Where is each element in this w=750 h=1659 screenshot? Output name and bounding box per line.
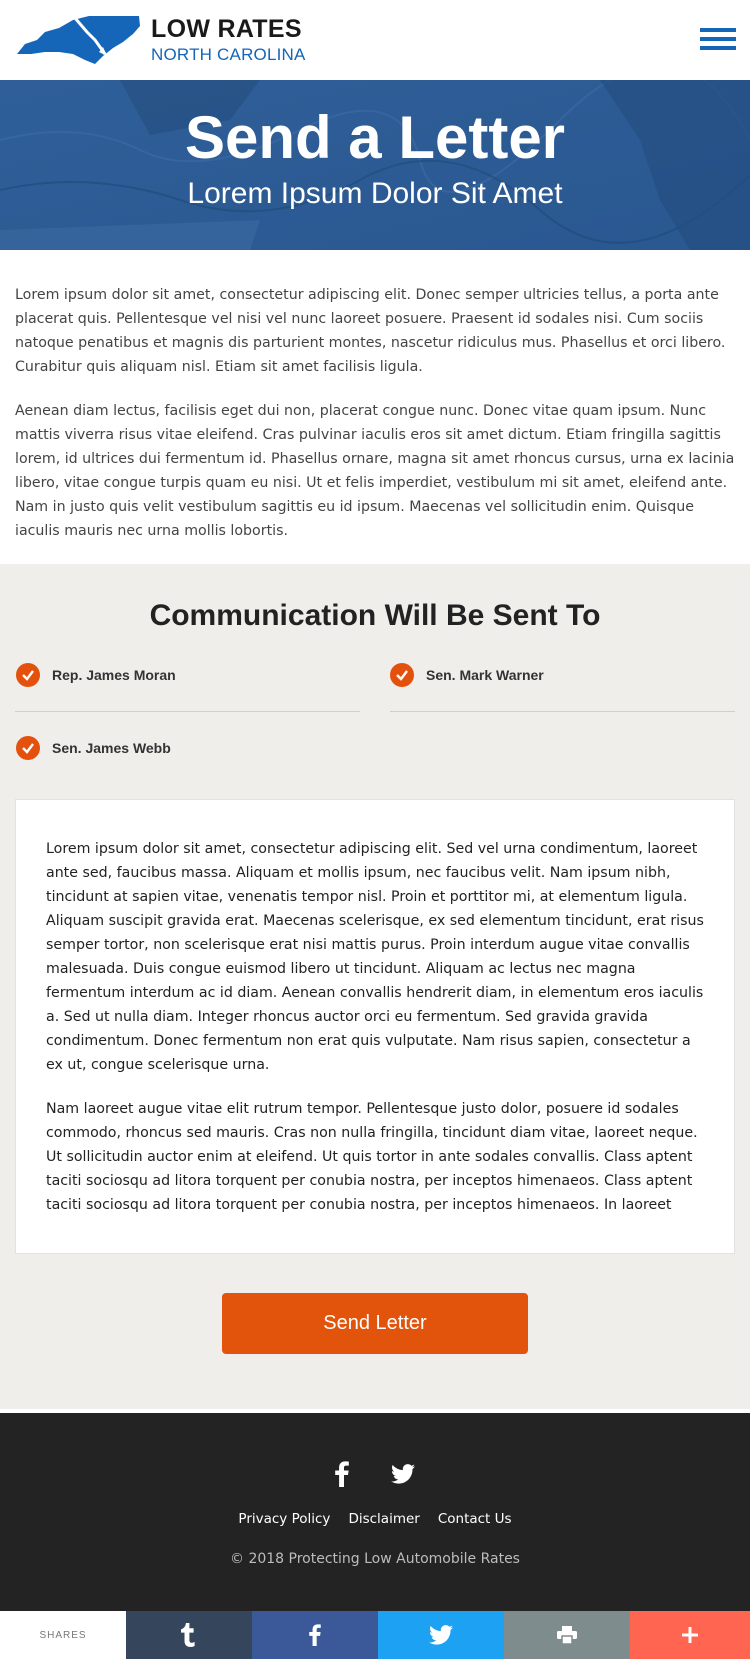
page-title: Send a Letter xyxy=(184,104,566,171)
recipients-section: Communication Will Be Sent To Rep. James… xyxy=(0,564,750,1409)
hero-banner: Send a Letter Lorem Ipsum Dolor Sit Amet xyxy=(0,80,750,250)
twitter-share-button[interactable] xyxy=(378,1611,504,1659)
letter-textarea[interactable]: Lorem ipsum dolor sit amet, consectetur … xyxy=(15,799,735,1254)
twitter-icon xyxy=(429,1625,453,1645)
tumblr-icon xyxy=(181,1623,195,1647)
site-logo[interactable]: LOW RATES NORTH CAROLINA xyxy=(15,14,306,66)
footer-nav: Privacy Policy Disclaimer Contact Us xyxy=(0,1511,750,1527)
north-carolina-logo-icon xyxy=(17,16,140,64)
check-icon xyxy=(16,663,40,687)
check-icon xyxy=(390,663,414,687)
print-icon xyxy=(557,1626,577,1644)
plus-icon xyxy=(682,1627,698,1643)
disclaimer-link[interactable]: Disclaimer xyxy=(348,1511,419,1527)
shares-label: SHARES xyxy=(0,1611,126,1659)
privacy-policy-link[interactable]: Privacy Policy xyxy=(238,1511,330,1527)
check-icon xyxy=(16,736,40,760)
site-header: LOW RATES NORTH CAROLINA xyxy=(0,0,750,80)
logo-subtitle: NORTH CAROLINA xyxy=(151,45,306,64)
divider xyxy=(390,711,735,712)
intro-paragraph: Lorem ipsum dolor sit amet, consectetur … xyxy=(15,287,726,375)
copyright-text: © 2018 Protecting Low Automobile Rates xyxy=(230,1551,520,1567)
page-subtitle: Lorem Ipsum Dolor Sit Amet xyxy=(187,177,563,210)
tumblr-share-button[interactable] xyxy=(126,1611,252,1659)
facebook-icon xyxy=(309,1624,321,1646)
letter-paragraph: Lorem ipsum dolor sit amet, consectetur … xyxy=(46,841,704,1073)
recipient-name: Sen. Mark Warner xyxy=(426,667,544,683)
more-share-button[interactable] xyxy=(630,1611,750,1659)
share-bar: SHARES xyxy=(0,1611,750,1659)
recipient-item: Sen. Mark Warner xyxy=(390,663,544,687)
facebook-share-button[interactable] xyxy=(252,1611,378,1659)
footer-divider xyxy=(0,1409,750,1413)
twitter-icon[interactable] xyxy=(388,1459,418,1489)
letter-paragraph: Nam laoreet augue vitae elit rutrum temp… xyxy=(46,1101,698,1213)
recipient-name: Sen. James Webb xyxy=(52,740,171,756)
facebook-icon[interactable] xyxy=(327,1459,357,1489)
recipients-heading: Communication Will Be Sent To xyxy=(149,599,601,632)
recipient-name: Rep. James Moran xyxy=(52,667,176,683)
hamburger-menu-icon[interactable] xyxy=(700,28,736,52)
letter-content[interactable]: Lorem ipsum dolor sit amet, consectetur … xyxy=(46,837,706,1221)
send-letter-button[interactable]: Send Letter xyxy=(222,1293,528,1354)
logo-title: LOW RATES xyxy=(151,15,302,43)
divider xyxy=(15,711,360,712)
intro-text: Lorem ipsum dolor sit amet, consectetur … xyxy=(15,283,735,563)
print-share-button[interactable] xyxy=(504,1611,630,1659)
contact-us-link[interactable]: Contact Us xyxy=(438,1511,512,1527)
recipient-item: Rep. James Moran xyxy=(16,663,176,687)
intro-paragraph: Aenean diam lectus, facilisis eget dui n… xyxy=(15,403,735,539)
recipient-item: Sen. James Webb xyxy=(16,736,171,760)
